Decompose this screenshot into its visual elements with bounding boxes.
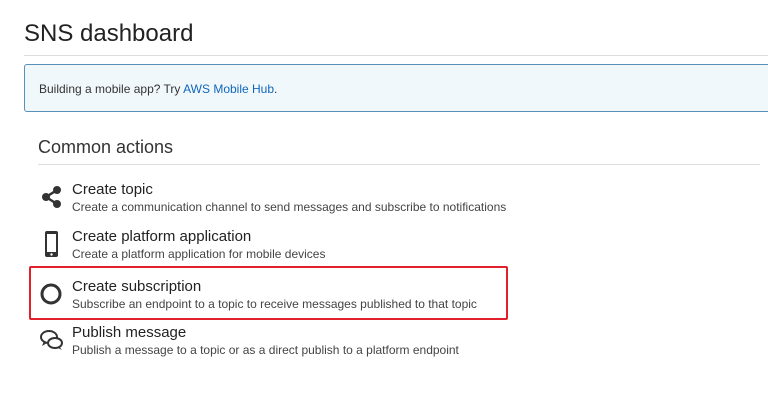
common-actions-heading: Common actions <box>38 137 174 157</box>
aws-mobile-hub-link[interactable]: AWS Mobile Hub <box>183 82 274 96</box>
title-divider <box>24 55 768 56</box>
create-subscription-highlight <box>29 266 508 320</box>
create-platform-application-action[interactable]: Create platform application Create a pla… <box>38 228 558 264</box>
publish-message-description: Publish a message to a topic or as a dir… <box>72 343 459 357</box>
page-title: SNS dashboard <box>24 20 194 47</box>
create-topic-label[interactable]: Create topic <box>72 181 153 198</box>
banner-text: Building a mobile app? Try <box>39 82 184 96</box>
section-divider <box>38 164 760 165</box>
create-topic-action[interactable]: Create topic Create a communication chan… <box>38 181 558 217</box>
create-platform-application-description: Create a platform application for mobile… <box>72 247 326 261</box>
mobile-device-icon <box>38 230 66 258</box>
create-platform-application-label[interactable]: Create platform application <box>72 228 251 245</box>
mobile-hub-banner: Building a mobile app? Try AWS Mobile Hu… <box>24 64 768 112</box>
publish-message-action[interactable]: Publish message Publish a message to a t… <box>38 324 558 360</box>
create-topic-description: Create a communication channel to send m… <box>72 200 507 214</box>
banner-suffix: . <box>274 82 278 96</box>
chat-bubbles-icon <box>38 326 66 354</box>
share-icon <box>38 183 66 211</box>
sns-dashboard-page: SNS dashboard Building a mobile app? Try… <box>0 0 768 406</box>
publish-message-label[interactable]: Publish message <box>72 324 186 341</box>
